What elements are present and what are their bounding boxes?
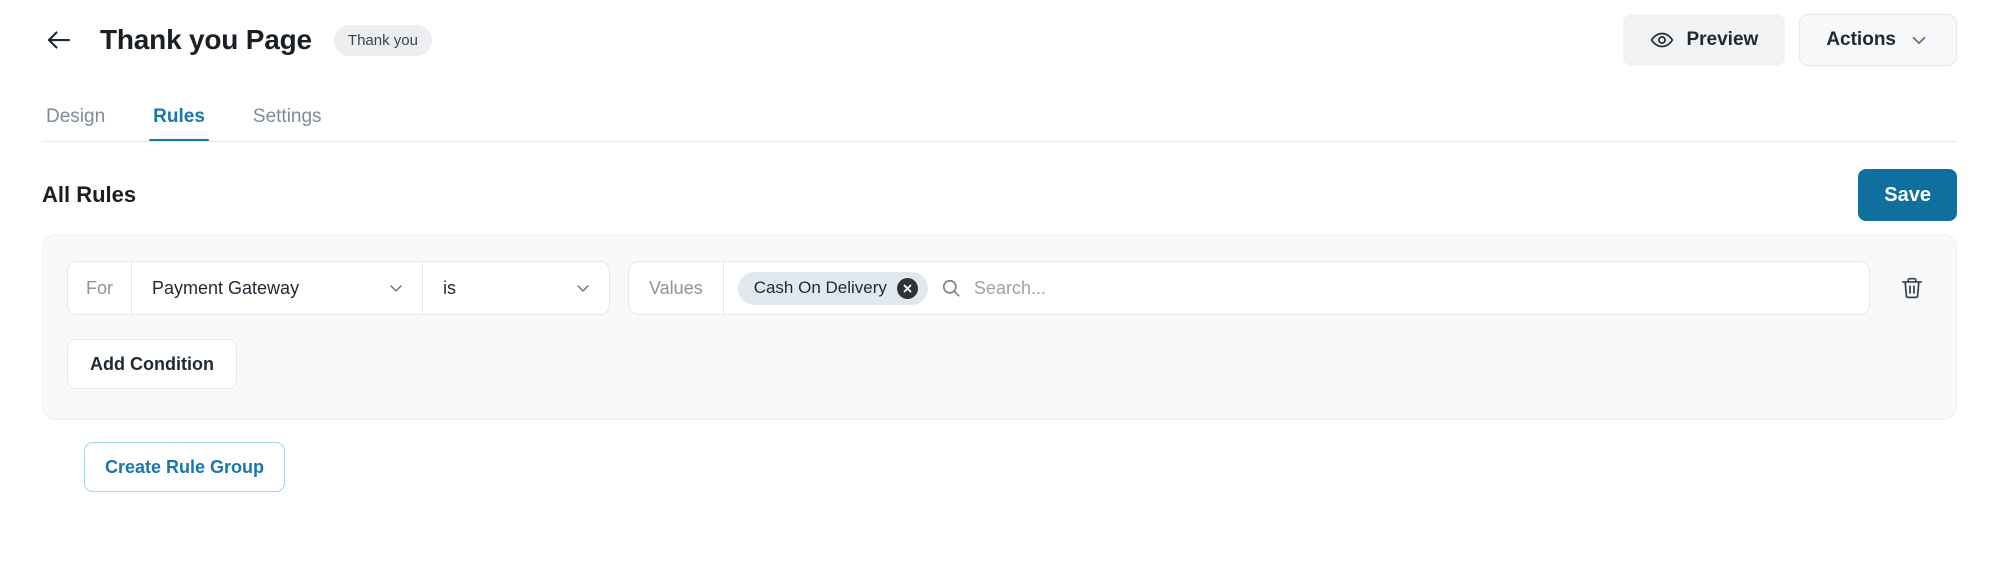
preview-button[interactable]: Preview (1623, 14, 1786, 66)
condition-row: For Payment Gateway is Values Cash On De… (67, 261, 1932, 315)
close-circle-icon[interactable] (896, 277, 918, 299)
back-button[interactable] (42, 23, 76, 57)
for-label: For (86, 277, 113, 298)
tab-bar: Design Rules Settings (0, 80, 1999, 142)
eye-icon (1650, 28, 1674, 52)
create-rule-group-button[interactable]: Create Rule Group (84, 442, 286, 492)
section-title: All Rules (42, 182, 137, 207)
tab-settings[interactable]: Settings (249, 106, 326, 142)
chevron-down-icon (1908, 29, 1930, 51)
page-title: Thank you Page (100, 24, 312, 55)
values-label: Values (649, 277, 703, 298)
tabs: Design Rules Settings (42, 80, 1957, 142)
chevron-down-icon (573, 278, 593, 298)
page-type-badge: Thank you (333, 24, 432, 56)
values-body: Cash On Delivery (724, 262, 1869, 314)
save-button[interactable]: Save (1858, 169, 1957, 221)
arrow-left-icon (44, 25, 74, 55)
value-chip-label: Cash On Delivery (753, 278, 887, 297)
field-select-value: Payment Gateway (152, 277, 300, 298)
page-header: Thank you Page Thank you Preview Actions (0, 0, 1999, 80)
values-field: Values Cash On Delivery (628, 261, 1870, 315)
value-chip[interactable]: Cash On Delivery (737, 271, 928, 305)
search-icon (940, 277, 962, 299)
delete-condition-button[interactable] (1892, 268, 1932, 308)
operator-select[interactable]: is (423, 262, 609, 314)
condition-selector-group: For Payment Gateway is (67, 261, 610, 315)
preview-button-label: Preview (1686, 29, 1759, 50)
operator-select-value: is (443, 277, 456, 298)
tabs-divider (42, 141, 1957, 142)
rule-group-card: For Payment Gateway is Values Cash On De… (42, 234, 1957, 420)
actions-button[interactable]: Actions (1799, 14, 1957, 66)
tab-design[interactable]: Design (42, 106, 109, 142)
add-condition-button[interactable]: Add Condition (67, 339, 237, 389)
header-actions: Preview Actions (1623, 14, 1957, 66)
rules-area: For Payment Gateway is Values Cash On De… (0, 216, 1999, 492)
tab-rules[interactable]: Rules (149, 106, 209, 142)
trash-icon (1899, 275, 1925, 301)
values-search (940, 277, 1855, 299)
section-header: All Rules Save (0, 142, 1999, 221)
actions-button-label: Actions (1826, 29, 1896, 50)
values-search-input[interactable] (973, 277, 1855, 299)
field-select[interactable]: Payment Gateway (132, 262, 422, 314)
chevron-down-icon (386, 278, 406, 298)
